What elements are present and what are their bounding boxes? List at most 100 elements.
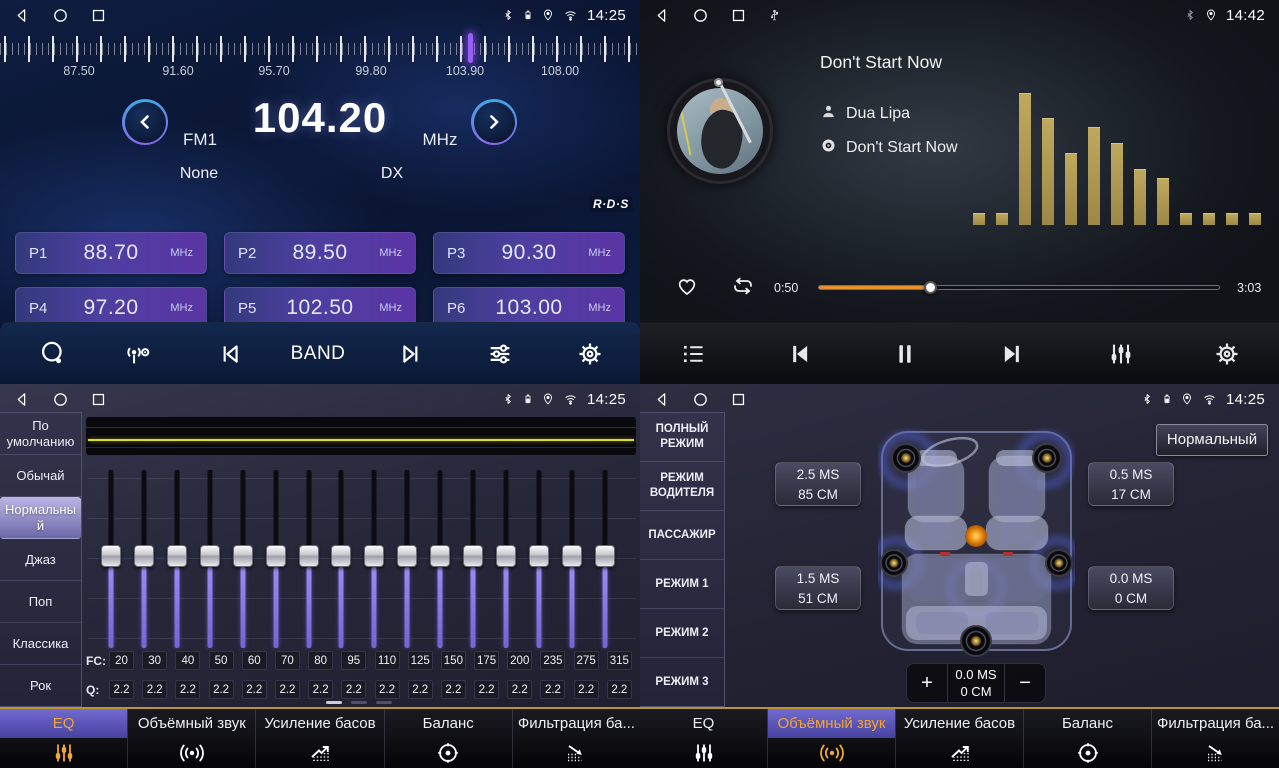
tab-filter[interactable]: Фильтрация ба... xyxy=(512,709,640,768)
eq-band-slider[interactable] xyxy=(396,470,418,648)
slider-knob[interactable] xyxy=(562,545,582,567)
fc-value[interactable]: 235 xyxy=(540,651,565,670)
fc-value[interactable]: 315 xyxy=(607,651,632,670)
previous-station-button[interactable] xyxy=(216,341,242,367)
q-value[interactable]: 2.2 xyxy=(408,680,433,699)
eq-band-slider[interactable] xyxy=(133,470,155,648)
preset-button[interactable]: P3 90.30 MHz xyxy=(433,232,625,274)
slider-knob[interactable] xyxy=(331,545,351,567)
eq-band-slider[interactable] xyxy=(528,470,550,648)
back-icon[interactable] xyxy=(654,391,692,408)
tab-surround[interactable]: Объёмный звук xyxy=(127,709,255,768)
slider-knob[interactable] xyxy=(430,545,450,567)
delay-rear-right-button[interactable]: 0.0 MS 0 CM xyxy=(1088,566,1174,610)
tab-bass-boost[interactable]: Усиление басов xyxy=(255,709,383,768)
q-value[interactable]: 2.2 xyxy=(507,680,532,699)
tab-bass-boost[interactable]: Усиление басов xyxy=(895,709,1023,768)
fc-value[interactable]: 175 xyxy=(474,651,499,670)
eq-band-slider[interactable] xyxy=(330,470,352,648)
eq-band-slider[interactable] xyxy=(429,470,451,648)
q-value[interactable]: 2.2 xyxy=(474,680,499,699)
tab-surround[interactable]: Объёмный звук xyxy=(767,709,895,768)
slider-knob[interactable] xyxy=(233,545,253,567)
eq-preset-item[interactable]: По умолчанию xyxy=(0,413,81,455)
slider-knob[interactable] xyxy=(397,545,417,567)
slider-knob[interactable] xyxy=(167,545,187,567)
eq-preset-item[interactable]: Джаз xyxy=(0,539,81,581)
repeat-button[interactable] xyxy=(728,274,758,303)
band-button[interactable]: BAND xyxy=(291,343,346,365)
next-station-button[interactable] xyxy=(399,341,425,367)
fc-value[interactable]: 110 xyxy=(375,651,400,670)
eq-band-slider[interactable] xyxy=(100,470,122,648)
recents-icon[interactable] xyxy=(90,7,128,24)
tab-balance[interactable]: Баланс xyxy=(1023,709,1151,768)
slider-knob[interactable] xyxy=(496,545,516,567)
fc-value[interactable]: 20 xyxy=(109,651,134,670)
listening-mode-item[interactable]: РЕЖИМ 3 xyxy=(640,658,724,706)
scan-button[interactable] xyxy=(39,340,67,368)
slider-knob[interactable] xyxy=(101,545,121,567)
eq-band-slider[interactable] xyxy=(462,470,484,648)
q-value[interactable]: 2.2 xyxy=(109,680,134,699)
eq-preset-item[interactable]: Обычай xyxy=(0,455,81,497)
preset-button[interactable]: P1 88.70 MHz xyxy=(15,232,207,274)
next-track-button[interactable] xyxy=(999,340,1027,368)
fc-value[interactable]: 275 xyxy=(574,651,599,670)
q-value[interactable]: 2.2 xyxy=(275,680,300,699)
q-value[interactable]: 2.2 xyxy=(175,680,200,699)
delay-front-left-button[interactable]: 2.5 MS 85 CM xyxy=(775,462,861,506)
slider-knob[interactable] xyxy=(266,545,286,567)
home-icon[interactable] xyxy=(692,391,730,408)
slider-knob[interactable] xyxy=(134,545,154,567)
eq-preset-item[interactable]: Классика xyxy=(0,623,81,665)
back-icon[interactable] xyxy=(654,7,692,24)
q-value[interactable]: 2.2 xyxy=(607,680,632,699)
eq-band-slider[interactable] xyxy=(199,470,221,648)
q-value[interactable]: 2.2 xyxy=(441,680,466,699)
decrease-button[interactable]: − xyxy=(1005,664,1045,702)
fc-value[interactable]: 30 xyxy=(142,651,167,670)
fc-value[interactable]: 150 xyxy=(441,651,466,670)
playlist-button[interactable] xyxy=(680,340,707,367)
sound-profile-button[interactable]: Нормальный xyxy=(1156,424,1268,456)
fc-value[interactable]: 95 xyxy=(341,651,366,670)
broadcast-button[interactable] xyxy=(122,340,152,368)
q-value[interactable]: 2.2 xyxy=(142,680,167,699)
eq-band-slider[interactable] xyxy=(363,470,385,648)
eq-band-slider[interactable] xyxy=(495,470,517,648)
slider-knob[interactable] xyxy=(299,545,319,567)
eq-preset-item[interactable]: Поп xyxy=(0,581,81,623)
eq-band-slider[interactable] xyxy=(561,470,583,648)
eq-band-slider[interactable] xyxy=(166,470,188,648)
slider-knob[interactable] xyxy=(463,545,483,567)
q-value[interactable]: 2.2 xyxy=(242,680,267,699)
listening-mode-item[interactable]: РЕЖИМ 2 xyxy=(640,609,724,658)
eq-band-slider[interactable] xyxy=(265,470,287,648)
home-icon[interactable] xyxy=(52,391,90,408)
slider-knob[interactable] xyxy=(595,545,615,567)
slider-knob[interactable] xyxy=(364,545,384,567)
delay-rear-left-button[interactable]: 1.5 MS 51 CM xyxy=(775,566,861,610)
tab-filter[interactable]: Фильтрация ба... xyxy=(1151,709,1279,768)
recents-icon[interactable] xyxy=(90,391,128,408)
preset-button[interactable]: P2 89.50 MHz xyxy=(224,232,416,274)
eq-band-slider[interactable] xyxy=(594,470,616,648)
equalizer-button[interactable] xyxy=(1107,340,1135,368)
listening-mode-item[interactable]: ПОЛНЫЙ РЕЖИМ xyxy=(640,413,724,462)
album-art[interactable] xyxy=(667,78,773,184)
fc-value[interactable]: 50 xyxy=(209,651,234,670)
q-value[interactable]: 2.2 xyxy=(341,680,366,699)
eq-band-slider[interactable] xyxy=(298,470,320,648)
increase-button[interactable]: + xyxy=(907,664,947,702)
q-value[interactable]: 2.2 xyxy=(574,680,599,699)
tab-balance[interactable]: Баланс xyxy=(384,709,512,768)
slider-knob[interactable] xyxy=(529,545,549,567)
eq-preset-item[interactable]: Рок xyxy=(0,665,81,706)
back-icon[interactable] xyxy=(14,391,52,408)
back-icon[interactable] xyxy=(14,7,52,24)
fc-value[interactable]: 70 xyxy=(275,651,300,670)
listening-mode-item[interactable]: ПАССАЖИР xyxy=(640,511,724,560)
eq-band-slider[interactable] xyxy=(232,470,254,648)
recents-icon[interactable] xyxy=(730,7,768,24)
